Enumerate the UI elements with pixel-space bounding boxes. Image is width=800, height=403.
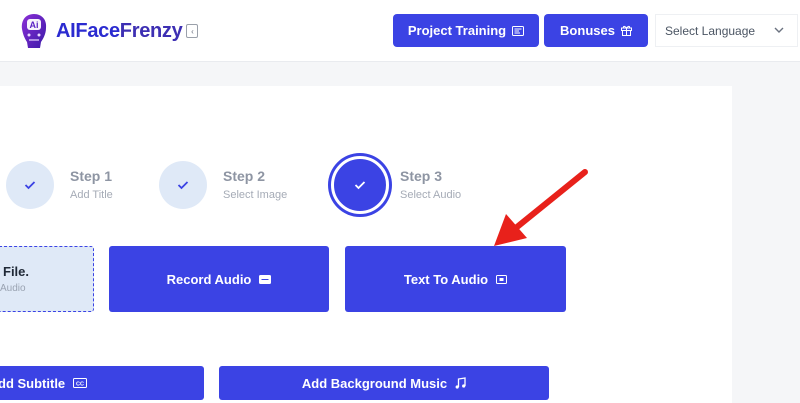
record-icon [259,274,272,284]
music-note-icon [455,377,466,389]
add-subtitle-button[interactable]: dd Subtitle CC [0,366,204,400]
checkmark-icon [24,181,36,190]
step-3-indicator-active[interactable] [331,156,389,214]
text-to-audio-button[interactable]: Text To Audio [345,246,566,312]
svg-text:CC: CC [76,381,84,387]
svg-text:Ai: Ai [30,20,39,30]
gift-icon [620,25,632,36]
brand-name: AIFaceFrenzy [56,19,183,42]
text-audio-icon [496,274,508,284]
brand-logo[interactable]: Ai AIFaceFrenzy ‹ [18,10,199,52]
step-2-subtitle: Select Image [223,189,288,201]
closed-caption-icon: CC [73,378,88,388]
step-2-indicator[interactable] [159,161,207,209]
audio-step-card [0,86,732,403]
step-1-indicator[interactable] [6,161,54,209]
add-background-music-button[interactable]: Add Background Music [219,366,549,400]
step-3-subtitle: Select Audio [400,189,462,201]
upload-audio-file-dropzone[interactable] [0,246,94,312]
step-1-title: Step 1 [70,168,113,184]
language-select[interactable]: Select Language [655,14,798,47]
chevron-down-icon [774,27,784,33]
project-training-button[interactable]: Project Training [393,14,539,47]
sidebar-collapse-icon[interactable]: ‹ [186,24,199,38]
upload-title: File. [3,264,30,279]
ai-face-logo-icon: Ai [18,11,50,51]
bonuses-button[interactable]: Bonuses [544,14,648,47]
record-audio-button[interactable]: Record Audio [109,246,329,312]
checkmark-icon [177,181,189,190]
step-3-title: Step 3 [400,168,443,184]
top-header: Ai AIFaceFrenzy ‹ Project Training Bonus… [0,0,800,62]
checkmark-icon [354,181,366,190]
step-2-title: Step 2 [223,168,266,184]
upload-subtitle: Audio [0,283,26,294]
step-1-subtitle: Add Title [70,189,113,201]
training-icon [512,25,525,36]
